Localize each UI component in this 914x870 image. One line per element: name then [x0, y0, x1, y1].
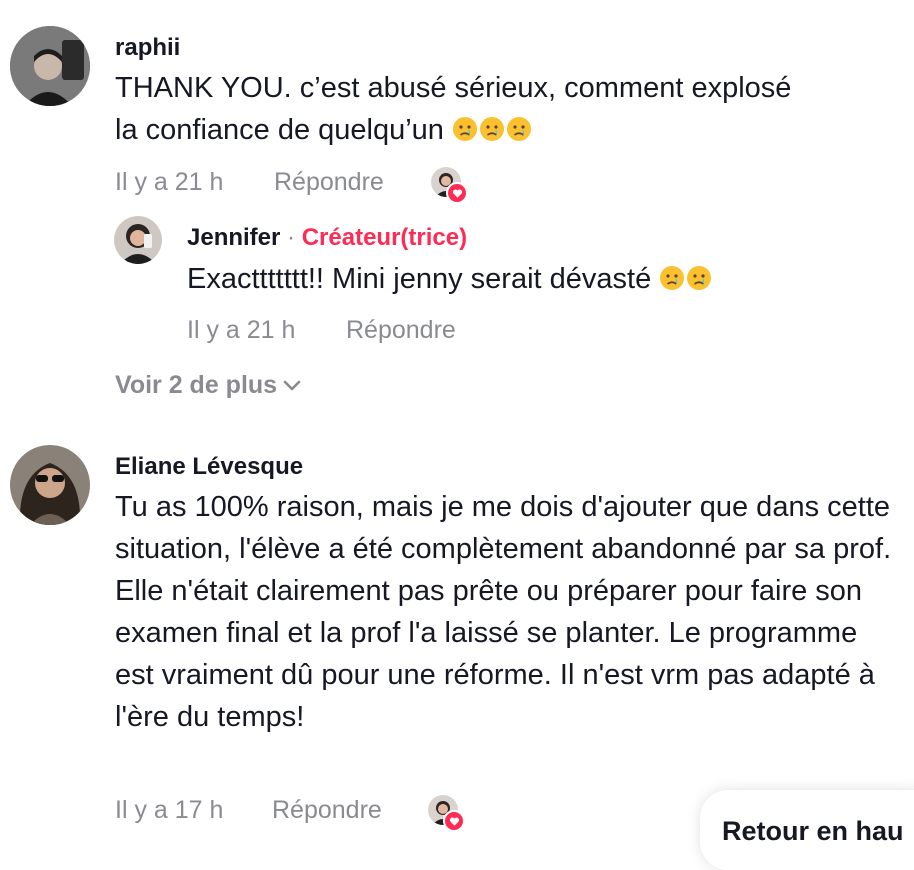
avatar-image — [10, 445, 90, 525]
crying-face-icon — [480, 117, 504, 141]
creator-liked-badge — [431, 167, 468, 204]
see-more-replies-button[interactable]: Voir 2 de plus — [115, 371, 301, 400]
reply-username[interactable]: Jennifer — [187, 224, 280, 251]
separator-dot: · — [287, 224, 296, 251]
back-to-top-button[interactable]: Retour en hau — [700, 790, 914, 870]
comment-raphii: raphii THANK YOU. c’est abusé sérieux, c… — [0, 0, 914, 210]
see-more-label: Voir 2 de plus — [115, 371, 278, 399]
comment-text: Tu as 100% raison, mais je me dois d'ajo… — [115, 491, 892, 733]
heart-icon — [446, 182, 468, 204]
creator-badge: Créateur(trice) — [301, 224, 468, 251]
avatar[interactable] — [114, 216, 162, 264]
comment-username[interactable]: Eliane Lévesque — [115, 453, 303, 481]
reply-text-words: Exacttttttt!! Mini jenny serait dévasté — [187, 263, 652, 295]
comment-eliane: Eliane Lévesque Tu as 100% raison, mais … — [0, 430, 914, 842]
comment-text-line2-words: la confiance de quelqu’un — [115, 114, 444, 146]
reply-button[interactable]: Répondre — [346, 316, 456, 345]
comment-timestamp: Il y a 17 h — [115, 796, 224, 824]
reply-button[interactable]: Répondre — [272, 796, 382, 825]
reply-timestamp: Il y a 21 h — [187, 316, 296, 344]
comment-text-line1: THANK YOU. c’est abusé sérieux, comment … — [115, 72, 792, 104]
back-to-top-label: Retour en hau — [722, 816, 904, 846]
creator-liked-badge — [428, 795, 465, 832]
comment-text-line2: la confiance de quelqu’un — [115, 109, 895, 151]
comment-timestamp: Il y a 21 h — [115, 168, 224, 196]
reply-text: Exacttttttt!! Mini jenny serait dévasté — [187, 258, 887, 300]
crying-face-icon — [660, 266, 685, 290]
reply-username-line: Jennifer · Créateur(trice) — [187, 224, 467, 252]
reply-jennifer: Jennifer · Créateur(trice) Exacttttttt!!… — [0, 210, 914, 360]
chevron-down-icon — [283, 381, 301, 391]
reply-button[interactable]: Répondre — [274, 168, 384, 197]
avatar-image — [10, 26, 90, 106]
heart-icon — [443, 810, 465, 832]
comment-username[interactable]: raphii — [115, 34, 180, 62]
crying-face-icon — [507, 117, 531, 141]
avatar[interactable] — [10, 26, 90, 106]
crying-face-icon — [687, 266, 712, 290]
comment-text: THANK YOU. c’est abusé sérieux, comment … — [115, 67, 895, 151]
avatar-image — [114, 216, 162, 264]
crying-face-icon — [453, 117, 477, 141]
avatar[interactable] — [10, 445, 90, 525]
